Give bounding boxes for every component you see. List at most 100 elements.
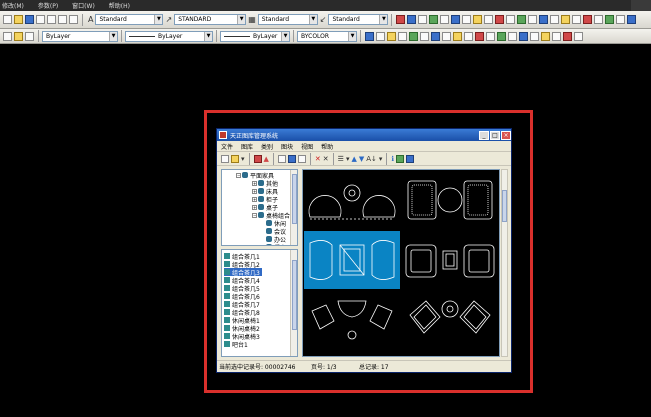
preview-cell[interactable] [402, 231, 498, 289]
save-icon[interactable] [25, 15, 34, 24]
sort-icon[interactable]: A↓ [366, 155, 377, 163]
info-icon[interactable]: ℹ [391, 155, 394, 163]
tool-icon[interactable] [484, 15, 494, 24]
collapse-icon[interactable]: − [236, 172, 241, 178]
tool-icon[interactable] [387, 31, 396, 41]
preview-scrollbar[interactable] [501, 169, 508, 357]
chevron-down-icon[interactable]: ▾ [379, 155, 383, 163]
print-icon[interactable] [36, 15, 45, 24]
publish-icon[interactable] [58, 15, 67, 24]
list-view-icon[interactable]: ☰ [338, 155, 344, 163]
scrollbar-thumb[interactable] [292, 174, 297, 224]
tool-icon[interactable] [497, 31, 506, 41]
tree-node[interactable]: 餐桌 [266, 243, 286, 245]
new-icon[interactable] [3, 15, 12, 24]
expand-icon[interactable]: + [252, 204, 257, 210]
settings-icon[interactable] [396, 154, 405, 163]
close-button[interactable]: × [501, 130, 511, 140]
tool-icon[interactable] [420, 31, 429, 41]
tool-icon[interactable] [462, 15, 472, 24]
tool-icon[interactable] [616, 15, 626, 24]
tool-icon[interactable] [418, 15, 428, 24]
warning-icon[interactable]: ▲ [264, 155, 269, 163]
tool-icon[interactable] [583, 15, 593, 24]
preview-cell[interactable] [402, 171, 498, 229]
grid-view-icon[interactable] [253, 154, 262, 163]
chevron-down-icon[interactable]: ▾ [241, 155, 245, 163]
cut-icon[interactable]: ✕ [323, 155, 329, 163]
layer-state-icon[interactable] [14, 31, 23, 41]
tool-icon[interactable] [429, 15, 439, 24]
tool-icon[interactable] [376, 31, 385, 41]
tool-icon[interactable] [473, 15, 483, 24]
dialog-titlebar[interactable]: 天正图库管理系统 _ □ × [217, 129, 511, 141]
tool-icon[interactable] [453, 31, 462, 41]
plotstyle-select[interactable]: BYCOLOR ▼ [297, 30, 357, 42]
collapse-icon[interactable]: − [252, 212, 257, 218]
multileader-style-select[interactable]: Standard ▼ [328, 14, 389, 25]
tool-icon[interactable] [627, 15, 637, 24]
scrollbar-thumb[interactable] [292, 260, 297, 330]
tool-icon[interactable] [530, 31, 539, 41]
add-icon[interactable] [297, 154, 306, 163]
open-folder-icon[interactable] [231, 154, 239, 163]
preview-cell-selected[interactable] [304, 231, 400, 289]
tool-icon[interactable] [398, 31, 407, 41]
block-preview-grid[interactable] [302, 169, 500, 357]
category-tree[interactable]: −平面家具 +其他 +床具 +柜子 +桌子 −桌椅组合 休闲 会议 办公 餐桌 [221, 169, 298, 246]
menu-block[interactable]: 图块 [281, 142, 293, 151]
dim-style-select[interactable]: STANDARD ▼ [174, 14, 247, 25]
replace-icon[interactable] [287, 154, 296, 163]
tool-icon[interactable] [519, 31, 528, 41]
expand-icon[interactable]: + [252, 196, 257, 202]
tool-icon[interactable] [440, 15, 450, 24]
menu-help[interactable]: 帮助(H) [109, 1, 130, 10]
minimize-button[interactable]: _ [479, 130, 489, 140]
preview-cell[interactable] [304, 171, 400, 229]
preview-cell[interactable] [402, 291, 498, 349]
tool-icon[interactable] [561, 15, 571, 24]
linetype-select[interactable]: ByLayer ▼ [125, 30, 213, 42]
layer-prev-icon[interactable] [25, 31, 34, 41]
tool-icon[interactable] [442, 31, 451, 41]
tool-icon[interactable] [475, 31, 484, 41]
preview-icon[interactable] [47, 15, 56, 24]
menu-view[interactable]: 视图 [301, 142, 313, 151]
scrollbar-thumb[interactable] [502, 190, 507, 222]
text-style-select[interactable]: Standard ▼ [95, 14, 164, 25]
expand-icon[interactable]: + [252, 188, 257, 194]
tool-icon[interactable] [528, 15, 538, 24]
preview-cell[interactable] [304, 291, 400, 349]
tool-icon[interactable] [451, 15, 461, 24]
new-icon[interactable] [221, 154, 229, 163]
tool-icon[interactable] [508, 31, 517, 41]
menu-category[interactable]: 类别 [261, 142, 273, 151]
list-item[interactable]: 吧台1 [224, 340, 250, 349]
arrow-down-icon[interactable]: ▼ [359, 155, 364, 163]
menu-library[interactable]: 图库 [241, 142, 253, 151]
lineweight-select[interactable]: ByLayer ▼ [220, 30, 290, 42]
tool-icon[interactable] [541, 31, 550, 41]
tool-icon[interactable] [464, 31, 473, 41]
window-icon[interactable] [406, 154, 415, 163]
tool-icon[interactable] [563, 31, 572, 41]
tool-icon[interactable] [605, 15, 615, 24]
layer-icon[interactable] [3, 31, 12, 41]
tool-icon[interactable] [572, 15, 582, 24]
tool-icon[interactable] [517, 15, 527, 24]
delete-icon[interactable]: ✕ [315, 155, 321, 163]
tool-icon[interactable] [574, 31, 583, 41]
menu-window[interactable]: 窗口(W) [72, 1, 95, 10]
expand-icon[interactable]: + [252, 180, 257, 186]
tool-icon[interactable] [594, 15, 604, 24]
menu-file[interactable]: 文件 [221, 142, 233, 151]
color-select[interactable]: ByLayer ▼ [42, 30, 118, 42]
tool-icon[interactable] [396, 15, 406, 24]
open-icon[interactable] [14, 15, 23, 24]
tree-scrollbar[interactable] [290, 170, 297, 245]
insert-icon[interactable] [277, 154, 286, 163]
tool-icon[interactable] [407, 15, 417, 24]
menu-help[interactable]: 帮助 [321, 142, 333, 151]
window-controls[interactable] [631, 0, 651, 11]
tool-icon[interactable] [365, 31, 374, 41]
